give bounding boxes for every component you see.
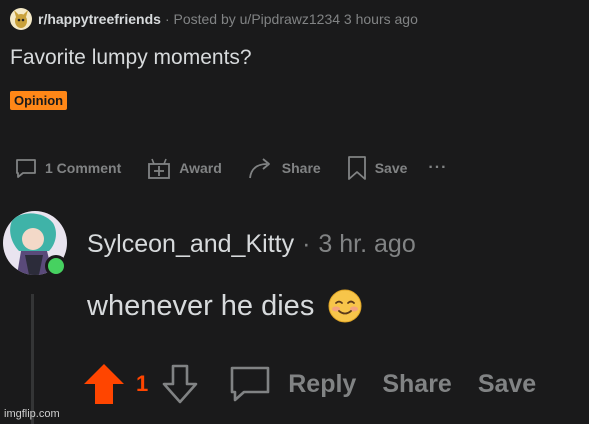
gift-icon: [148, 158, 171, 179]
reply-label: Reply: [288, 369, 357, 398]
comment-icon: [230, 366, 270, 402]
share-button[interactable]: Share: [247, 155, 321, 181]
post-meta: · Posted by u/Pipdrawz1234 3 hours ago: [164, 11, 418, 27]
watermark: imgflip.com: [4, 408, 60, 420]
smiling-face-icon: [328, 289, 362, 323]
award-button[interactable]: Award: [146, 155, 222, 181]
comment-author[interactable]: Sylceon_and_Kitty: [87, 230, 294, 259]
comment-header: Sylceon_and_Kitty · 3 hr. ago: [87, 230, 416, 259]
comment-action-bar: 1 Reply Share Save: [82, 362, 536, 406]
comment-separator: ·: [302, 230, 311, 258]
comment-share-button[interactable]: Share: [382, 370, 451, 399]
subreddit-link[interactable]: r/happytreefriends: [38, 11, 161, 27]
award-label: Award: [179, 160, 222, 176]
share-arrow-icon: [248, 158, 270, 179]
save-button[interactable]: Save: [346, 155, 408, 181]
post-header: r/happytreefriends · Posted by u/Pipdraw…: [10, 8, 418, 30]
subreddit-icon[interactable]: [10, 8, 32, 30]
comments-label: 1 Comment: [45, 160, 122, 176]
comment-text: whenever he dies: [87, 289, 315, 322]
post-action-bar: 1 Comment Award Share Save ···: [14, 154, 447, 182]
comment-save-button[interactable]: Save: [478, 370, 536, 399]
online-status-dot: [45, 255, 67, 277]
comment-icon: [16, 159, 36, 178]
share-label: Share: [281, 160, 321, 176]
bookmark-icon: [347, 156, 366, 180]
comments-button[interactable]: 1 Comment: [14, 156, 121, 180]
thread-line[interactable]: [31, 294, 34, 424]
upvote-arrow-icon[interactable]: [82, 362, 126, 406]
save-label: Save: [374, 160, 408, 176]
comment-body: whenever he dies: [87, 289, 362, 323]
post-title[interactable]: Favorite lumpy moments?: [10, 46, 252, 70]
downvote-arrow-icon[interactable]: [158, 362, 202, 406]
post-flair[interactable]: Opinion: [10, 91, 68, 110]
reply-button[interactable]: Reply: [228, 364, 356, 404]
comment-timestamp[interactable]: 3 hr. ago: [318, 230, 415, 259]
vote-count: 1: [136, 371, 149, 396]
more-options-button[interactable]: ···: [428, 159, 447, 177]
